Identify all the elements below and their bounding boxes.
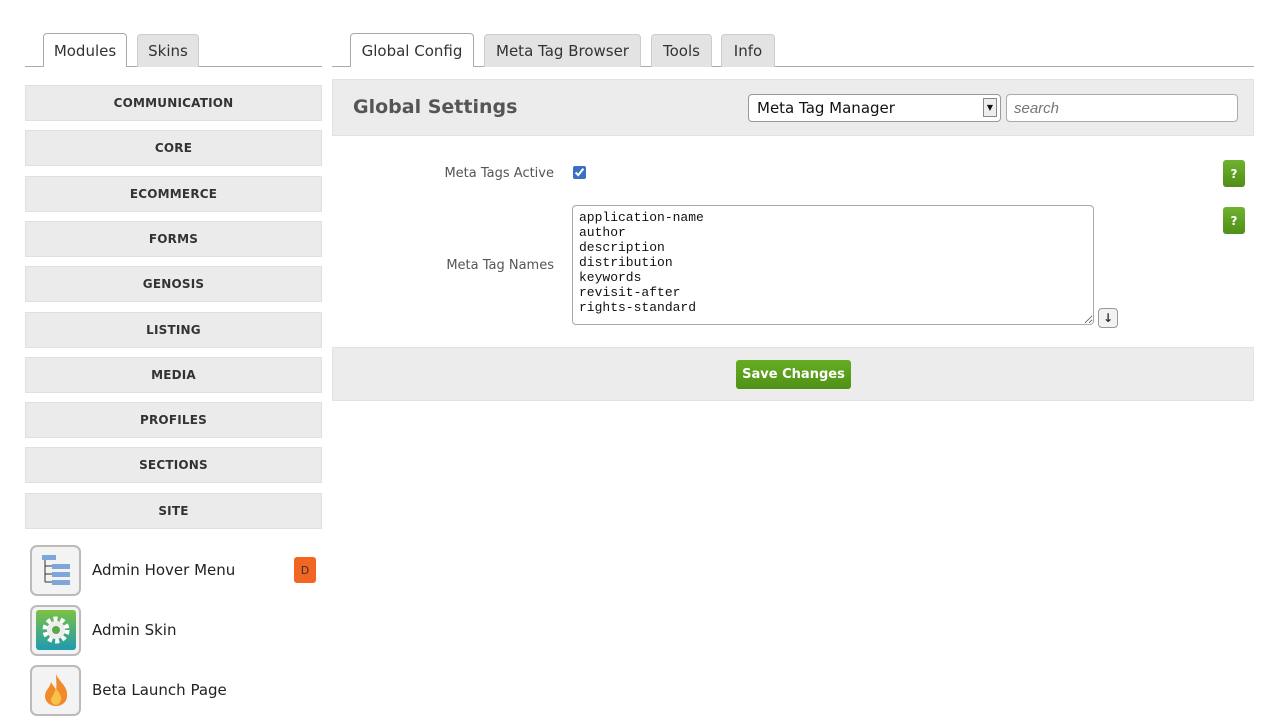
module-item-label: Admin Hover Menu <box>92 561 236 579</box>
hover-menu-icon <box>30 544 81 596</box>
module-category-genosis[interactable]: GENOSIS <box>25 266 322 303</box>
module-category-communication[interactable]: COMMUNICATION <box>25 85 322 121</box>
page-title: Global Settings <box>353 96 518 118</box>
module-select-value: Meta Tag Manager <box>757 99 895 117</box>
gear-icon <box>30 604 81 656</box>
module-category-core[interactable]: CORE <box>25 130 322 167</box>
chevron-down-icon: ▼ <box>983 98 997 117</box>
module-category-listing[interactable]: LISTING <box>25 311 322 348</box>
module-item-beta-launch-page[interactable]: Beta Launch Page <box>30 664 320 716</box>
settings-header: Global Settings Meta Tag Manager ▼ <box>332 79 1254 136</box>
module-category-media[interactable]: MEDIA <box>25 356 322 393</box>
tab-info[interactable]: Info <box>721 34 775 67</box>
module-badge[interactable]: D <box>294 557 316 583</box>
tab-global-config[interactable]: Global Config <box>350 33 474 67</box>
module-category-forms[interactable]: FORMS <box>25 220 322 257</box>
module-category-ecommerce[interactable]: ECOMMERCE <box>25 175 322 212</box>
settings-footer: Save Changes <box>332 347 1254 401</box>
flame-icon <box>30 664 81 716</box>
help-button-names[interactable]: ? <box>1223 207 1245 234</box>
tab-skins[interactable]: Skins <box>137 34 199 67</box>
module-item-label: Admin Skin <box>92 621 177 639</box>
module-category-sections[interactable]: SECTIONS <box>25 447 322 484</box>
module-item-admin-skin[interactable]: Admin Skin <box>30 604 320 656</box>
expand-arrow-down-icon[interactable]: ↓ <box>1098 308 1118 328</box>
save-changes-button[interactable]: Save Changes <box>736 360 851 389</box>
help-button-active[interactable]: ? <box>1223 160 1245 187</box>
tab-meta-tag-browser[interactable]: Meta Tag Browser <box>484 34 641 67</box>
module-category-profiles[interactable]: PROFILES <box>25 402 322 439</box>
meta-tag-names-label: Meta Tag Names <box>446 258 554 273</box>
meta-tags-active-checkbox[interactable] <box>573 166 586 179</box>
tab-tools[interactable]: Tools <box>651 34 712 67</box>
module-item-label: Beta Launch Page <box>92 681 227 699</box>
module-category-site[interactable]: SITE <box>25 492 322 529</box>
module-item-admin-hover-menu[interactable]: Admin Hover Menu D <box>30 544 320 596</box>
meta-tags-active-label: Meta Tags Active <box>444 166 554 181</box>
search-input[interactable] <box>1006 94 1238 122</box>
meta-tag-names-textarea[interactable] <box>572 205 1094 325</box>
module-select[interactable]: Meta Tag Manager ▼ <box>748 94 1001 122</box>
tab-modules[interactable]: Modules <box>43 33 127 67</box>
